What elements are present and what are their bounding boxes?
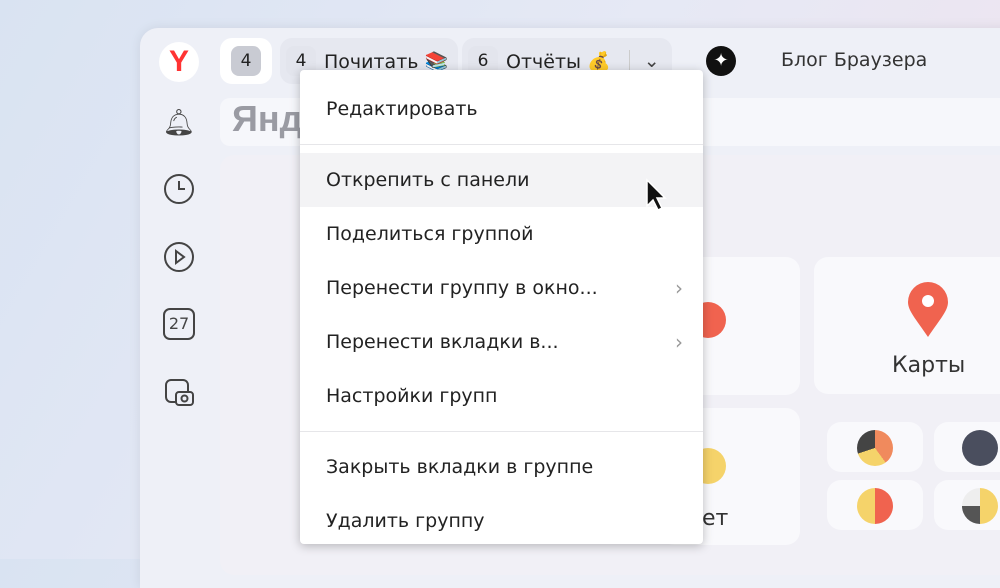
mouse-cursor-icon bbox=[646, 178, 667, 212]
tab-group-1[interactable]: 4 bbox=[220, 38, 272, 84]
chevron-down-icon[interactable]: ⌄ bbox=[628, 50, 660, 72]
tab-group-context-menu: Редактировать Открепить с панели Поделит… bbox=[300, 70, 703, 544]
menu-item-edit[interactable]: Редактировать bbox=[300, 82, 703, 136]
tile-label: ет bbox=[702, 506, 729, 531]
tile-small[interactable] bbox=[827, 422, 923, 472]
map-pin-icon bbox=[908, 282, 948, 337]
menu-item-label: Закрыть вкладки в группе bbox=[326, 456, 594, 478]
menu-item-unpin[interactable]: Открепить с панели bbox=[300, 153, 703, 207]
tile-label: Карты bbox=[892, 353, 966, 378]
menu-item-label: Перенести группу в окно... bbox=[326, 277, 598, 299]
menu-item-label: Удалить группу bbox=[326, 510, 485, 532]
menu-divider bbox=[300, 431, 703, 432]
menu-item-label: Поделиться группой bbox=[326, 223, 534, 245]
service-icon bbox=[857, 488, 893, 524]
menu-item-group-settings[interactable]: Настройки групп bbox=[300, 369, 703, 423]
tile-small[interactable] bbox=[934, 480, 1000, 530]
tile-small[interactable] bbox=[934, 422, 1000, 472]
screenshot-icon[interactable] bbox=[160, 374, 198, 412]
calendar-icon[interactable]: 27 bbox=[160, 305, 198, 343]
calendar-day: 27 bbox=[163, 308, 195, 340]
menu-item-label: Открепить с панели bbox=[326, 169, 530, 191]
menu-item-label: Редактировать bbox=[326, 98, 478, 120]
tile-small[interactable] bbox=[827, 480, 923, 530]
service-icon bbox=[857, 430, 893, 466]
yandex-logo[interactable]: Y bbox=[159, 42, 199, 82]
bookmark-blog[interactable]: Блог Браузера bbox=[781, 49, 927, 71]
menu-item-move-group-to-window[interactable]: Перенести группу в окно... › bbox=[300, 261, 703, 315]
menu-item-close-tabs[interactable]: Закрыть вкладки в группе bbox=[300, 440, 703, 494]
chevron-right-icon: › bbox=[675, 276, 683, 300]
menu-item-label: Настройки групп bbox=[326, 385, 498, 407]
tab-count: 4 bbox=[231, 46, 261, 76]
search-logo: Янд bbox=[232, 98, 303, 139]
history-icon[interactable] bbox=[160, 170, 198, 208]
chevron-right-icon: › bbox=[675, 330, 683, 354]
bell-icon[interactable]: 🔔︎ bbox=[160, 104, 198, 142]
menu-item-label: Перенести вкладки в... bbox=[326, 331, 559, 353]
menu-divider bbox=[300, 144, 703, 145]
tile-maps[interactable]: Карты bbox=[814, 257, 1000, 394]
play-icon[interactable] bbox=[160, 238, 198, 276]
service-icon bbox=[962, 488, 998, 524]
menu-item-share-group[interactable]: Поделиться группой bbox=[300, 207, 703, 261]
menu-item-move-tabs-to[interactable]: Перенести вкладки в... › bbox=[300, 315, 703, 369]
menu-item-delete-group[interactable]: Удалить группу bbox=[300, 494, 703, 548]
service-icon bbox=[962, 430, 998, 466]
sparkle-icon[interactable]: ✦ bbox=[706, 46, 736, 76]
